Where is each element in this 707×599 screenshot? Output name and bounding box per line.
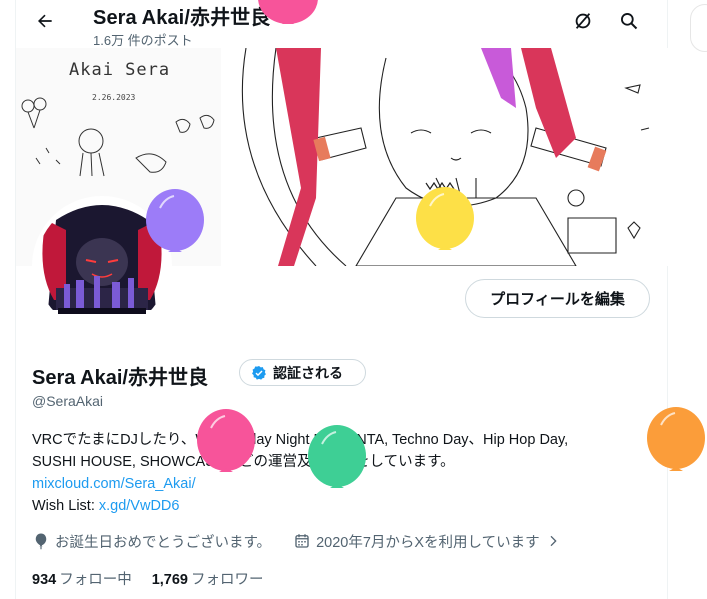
wishlist-link[interactable]: x.gd/VwDD6 bbox=[99, 498, 180, 514]
balloon-green bbox=[308, 425, 366, 488]
balloon-orange bbox=[647, 407, 705, 471]
back-button[interactable] bbox=[28, 4, 62, 38]
header-title: Sera Akai/赤井世良 bbox=[93, 7, 271, 29]
banner-signature: Akai Sera bbox=[69, 60, 171, 80]
followers-count: 1,769 bbox=[151, 572, 188, 588]
profile-header: Sera Akai/赤井世良 1.6万 件のポスト bbox=[15, 0, 668, 50]
joined-item[interactable]: 2020年7月からXを利用しています bbox=[293, 531, 561, 552]
balloon-pink-top bbox=[258, 0, 318, 24]
post-count: 1.6万 件のポスト bbox=[93, 33, 193, 48]
grok-icon bbox=[575, 13, 591, 29]
get-verified-button[interactable]: 認証される bbox=[239, 359, 366, 386]
following-label: フォロー中 bbox=[59, 572, 132, 588]
profile-name: Sera Akai/赤井世良 bbox=[32, 367, 208, 389]
followers-link[interactable]: 1,769 フォロワー bbox=[152, 568, 264, 589]
search-icon bbox=[621, 13, 638, 30]
verified-badge-icon bbox=[252, 365, 266, 380]
following-link[interactable]: 934 フォロー中 bbox=[32, 568, 132, 589]
edit-profile-button[interactable]: プロフィールを編集 bbox=[465, 279, 650, 318]
chevron-right-icon bbox=[550, 535, 557, 547]
profile-meta: お誕生日おめでとうございます。 2020年7月からXを利用しています bbox=[32, 530, 561, 552]
following-count: 934 bbox=[32, 572, 57, 588]
balloon-icon bbox=[35, 533, 47, 550]
verified-label: 認証される bbox=[273, 364, 343, 381]
sidebar-search-fragment[interactable] bbox=[690, 4, 707, 52]
right-sidebar-edge bbox=[690, 0, 707, 60]
joined-text: 2020年7月からXを利用しています bbox=[316, 534, 540, 551]
grok-button[interactable] bbox=[566, 4, 600, 38]
wishlist-label: Wish List: bbox=[32, 498, 99, 514]
profile-link[interactable]: mixcloud.com/Sera_Akai/ bbox=[32, 476, 196, 492]
birthday-item: お誕生日おめでとうございます。 bbox=[32, 531, 271, 552]
calendar-icon bbox=[295, 534, 309, 548]
followers-label: フォロワー bbox=[191, 572, 264, 588]
banner-date: 2.26.2023 bbox=[92, 93, 136, 102]
follow-stats: 934 フォロー中 1,769 フォロワー bbox=[32, 568, 264, 589]
balloon-purple bbox=[146, 189, 204, 252]
profile-handle: @SeraAkai bbox=[32, 393, 104, 409]
search-button[interactable] bbox=[612, 4, 646, 38]
arrow-left-icon bbox=[38, 14, 52, 28]
balloon-yellow bbox=[416, 187, 474, 250]
balloon-pink bbox=[197, 409, 255, 472]
birthday-text: お誕生日おめでとうございます。 bbox=[55, 534, 272, 551]
